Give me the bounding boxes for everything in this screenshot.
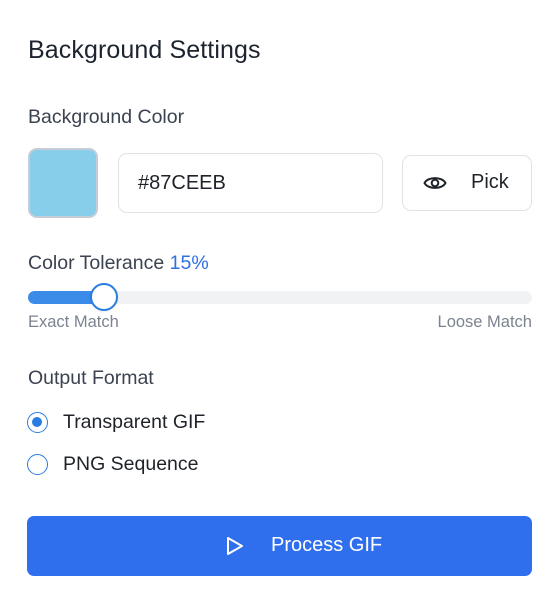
eye-icon <box>423 177 447 189</box>
tolerance-slider[interactable] <box>28 283 532 311</box>
pick-color-button[interactable]: Pick <box>402 155 532 211</box>
play-icon <box>227 537 243 555</box>
exact-match-label: Exact Match <box>28 313 119 331</box>
color-tolerance-label: Color Tolerance 15% <box>28 252 209 275</box>
hex-color-input[interactable] <box>118 153 383 213</box>
process-gif-button[interactable]: Process GIF <box>27 516 532 576</box>
panel-title: Background Settings <box>28 36 261 64</box>
radio-button[interactable] <box>27 453 48 475</box>
process-button-label: Process GIF <box>271 534 383 556</box>
background-settings-panel: Background Settings Background Color Pic… <box>0 0 556 600</box>
background-color-label: Background Color <box>28 106 185 128</box>
color-swatch[interactable] <box>28 148 98 218</box>
tolerance-value: 15% <box>169 252 209 274</box>
radio-label-transparent-gif: Transparent GIF <box>63 410 206 433</box>
pick-button-label: Pick <box>471 171 509 193</box>
radio-button[interactable] <box>27 411 48 433</box>
output-format-label: Output Format <box>28 367 154 389</box>
tolerance-label-text: Color Tolerance <box>28 252 165 274</box>
loose-match-label: Loose Match <box>437 313 532 331</box>
tolerance-slider-thumb[interactable] <box>89 283 118 311</box>
radio-label-png-sequence: PNG Sequence <box>63 452 199 475</box>
radio-option-png-sequence[interactable]: PNG Sequence <box>27 451 199 477</box>
radio-option-transparent-gif[interactable]: Transparent GIF <box>27 409 205 435</box>
